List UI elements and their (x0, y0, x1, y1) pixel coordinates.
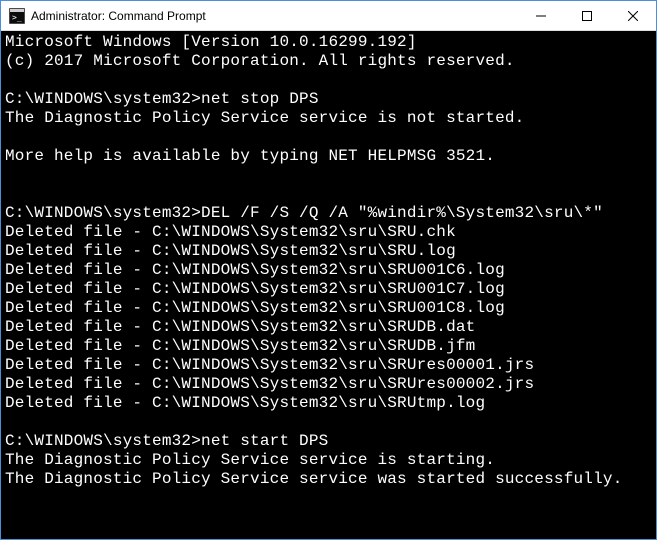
terminal-line: The Diagnostic Policy Service service is… (5, 109, 652, 128)
terminal-line: (c) 2017 Microsoft Corporation. All righ… (5, 52, 652, 71)
terminal-line: Deleted file - C:\WINDOWS\System32\sru\S… (5, 394, 652, 413)
terminal-line: Deleted file - C:\WINDOWS\System32\sru\S… (5, 318, 652, 337)
svg-text:>_: >_ (12, 13, 22, 22)
terminal-line: C:\WINDOWS\system32>net stop DPS (5, 90, 652, 109)
window-controls (518, 1, 656, 30)
terminal-line (5, 166, 652, 185)
maximize-button[interactable] (564, 1, 610, 30)
terminal-output[interactable]: Microsoft Windows [Version 10.0.16299.19… (1, 31, 656, 539)
terminal-line: C:\WINDOWS\system32>net start DPS (5, 432, 652, 451)
terminal-line: Deleted file - C:\WINDOWS\System32\sru\S… (5, 356, 652, 375)
terminal-line: Deleted file - C:\WINDOWS\System32\sru\S… (5, 223, 652, 242)
terminal-line: Deleted file - C:\WINDOWS\System32\sru\S… (5, 337, 652, 356)
title-bar[interactable]: >_ Administrator: Command Prompt (1, 1, 656, 31)
terminal-line: C:\WINDOWS\system32>DEL /F /S /Q /A "%wi… (5, 204, 652, 223)
command-prompt-window: >_ Administrator: Command Prompt Microso… (0, 0, 657, 540)
terminal-line: The Diagnostic Policy Service service is… (5, 451, 652, 470)
terminal-line: The Diagnostic Policy Service service wa… (5, 470, 652, 489)
terminal-line: Deleted file - C:\WINDOWS\System32\sru\S… (5, 299, 652, 318)
terminal-line (5, 71, 652, 90)
terminal-line: More help is available by typing NET HEL… (5, 147, 652, 166)
window-title: Administrator: Command Prompt (31, 9, 518, 23)
terminal-line: Deleted file - C:\WINDOWS\System32\sru\S… (5, 242, 652, 261)
terminal-line: Microsoft Windows [Version 10.0.16299.19… (5, 33, 652, 52)
terminal-line (5, 413, 652, 432)
terminal-line (5, 185, 652, 204)
terminal-line (5, 128, 652, 147)
terminal-line: Deleted file - C:\WINDOWS\System32\sru\S… (5, 280, 652, 299)
close-button[interactable] (610, 1, 656, 30)
cmd-icon: >_ (9, 8, 25, 24)
terminal-line: Deleted file - C:\WINDOWS\System32\sru\S… (5, 261, 652, 280)
terminal-line: Deleted file - C:\WINDOWS\System32\sru\S… (5, 375, 652, 394)
minimize-button[interactable] (518, 1, 564, 30)
